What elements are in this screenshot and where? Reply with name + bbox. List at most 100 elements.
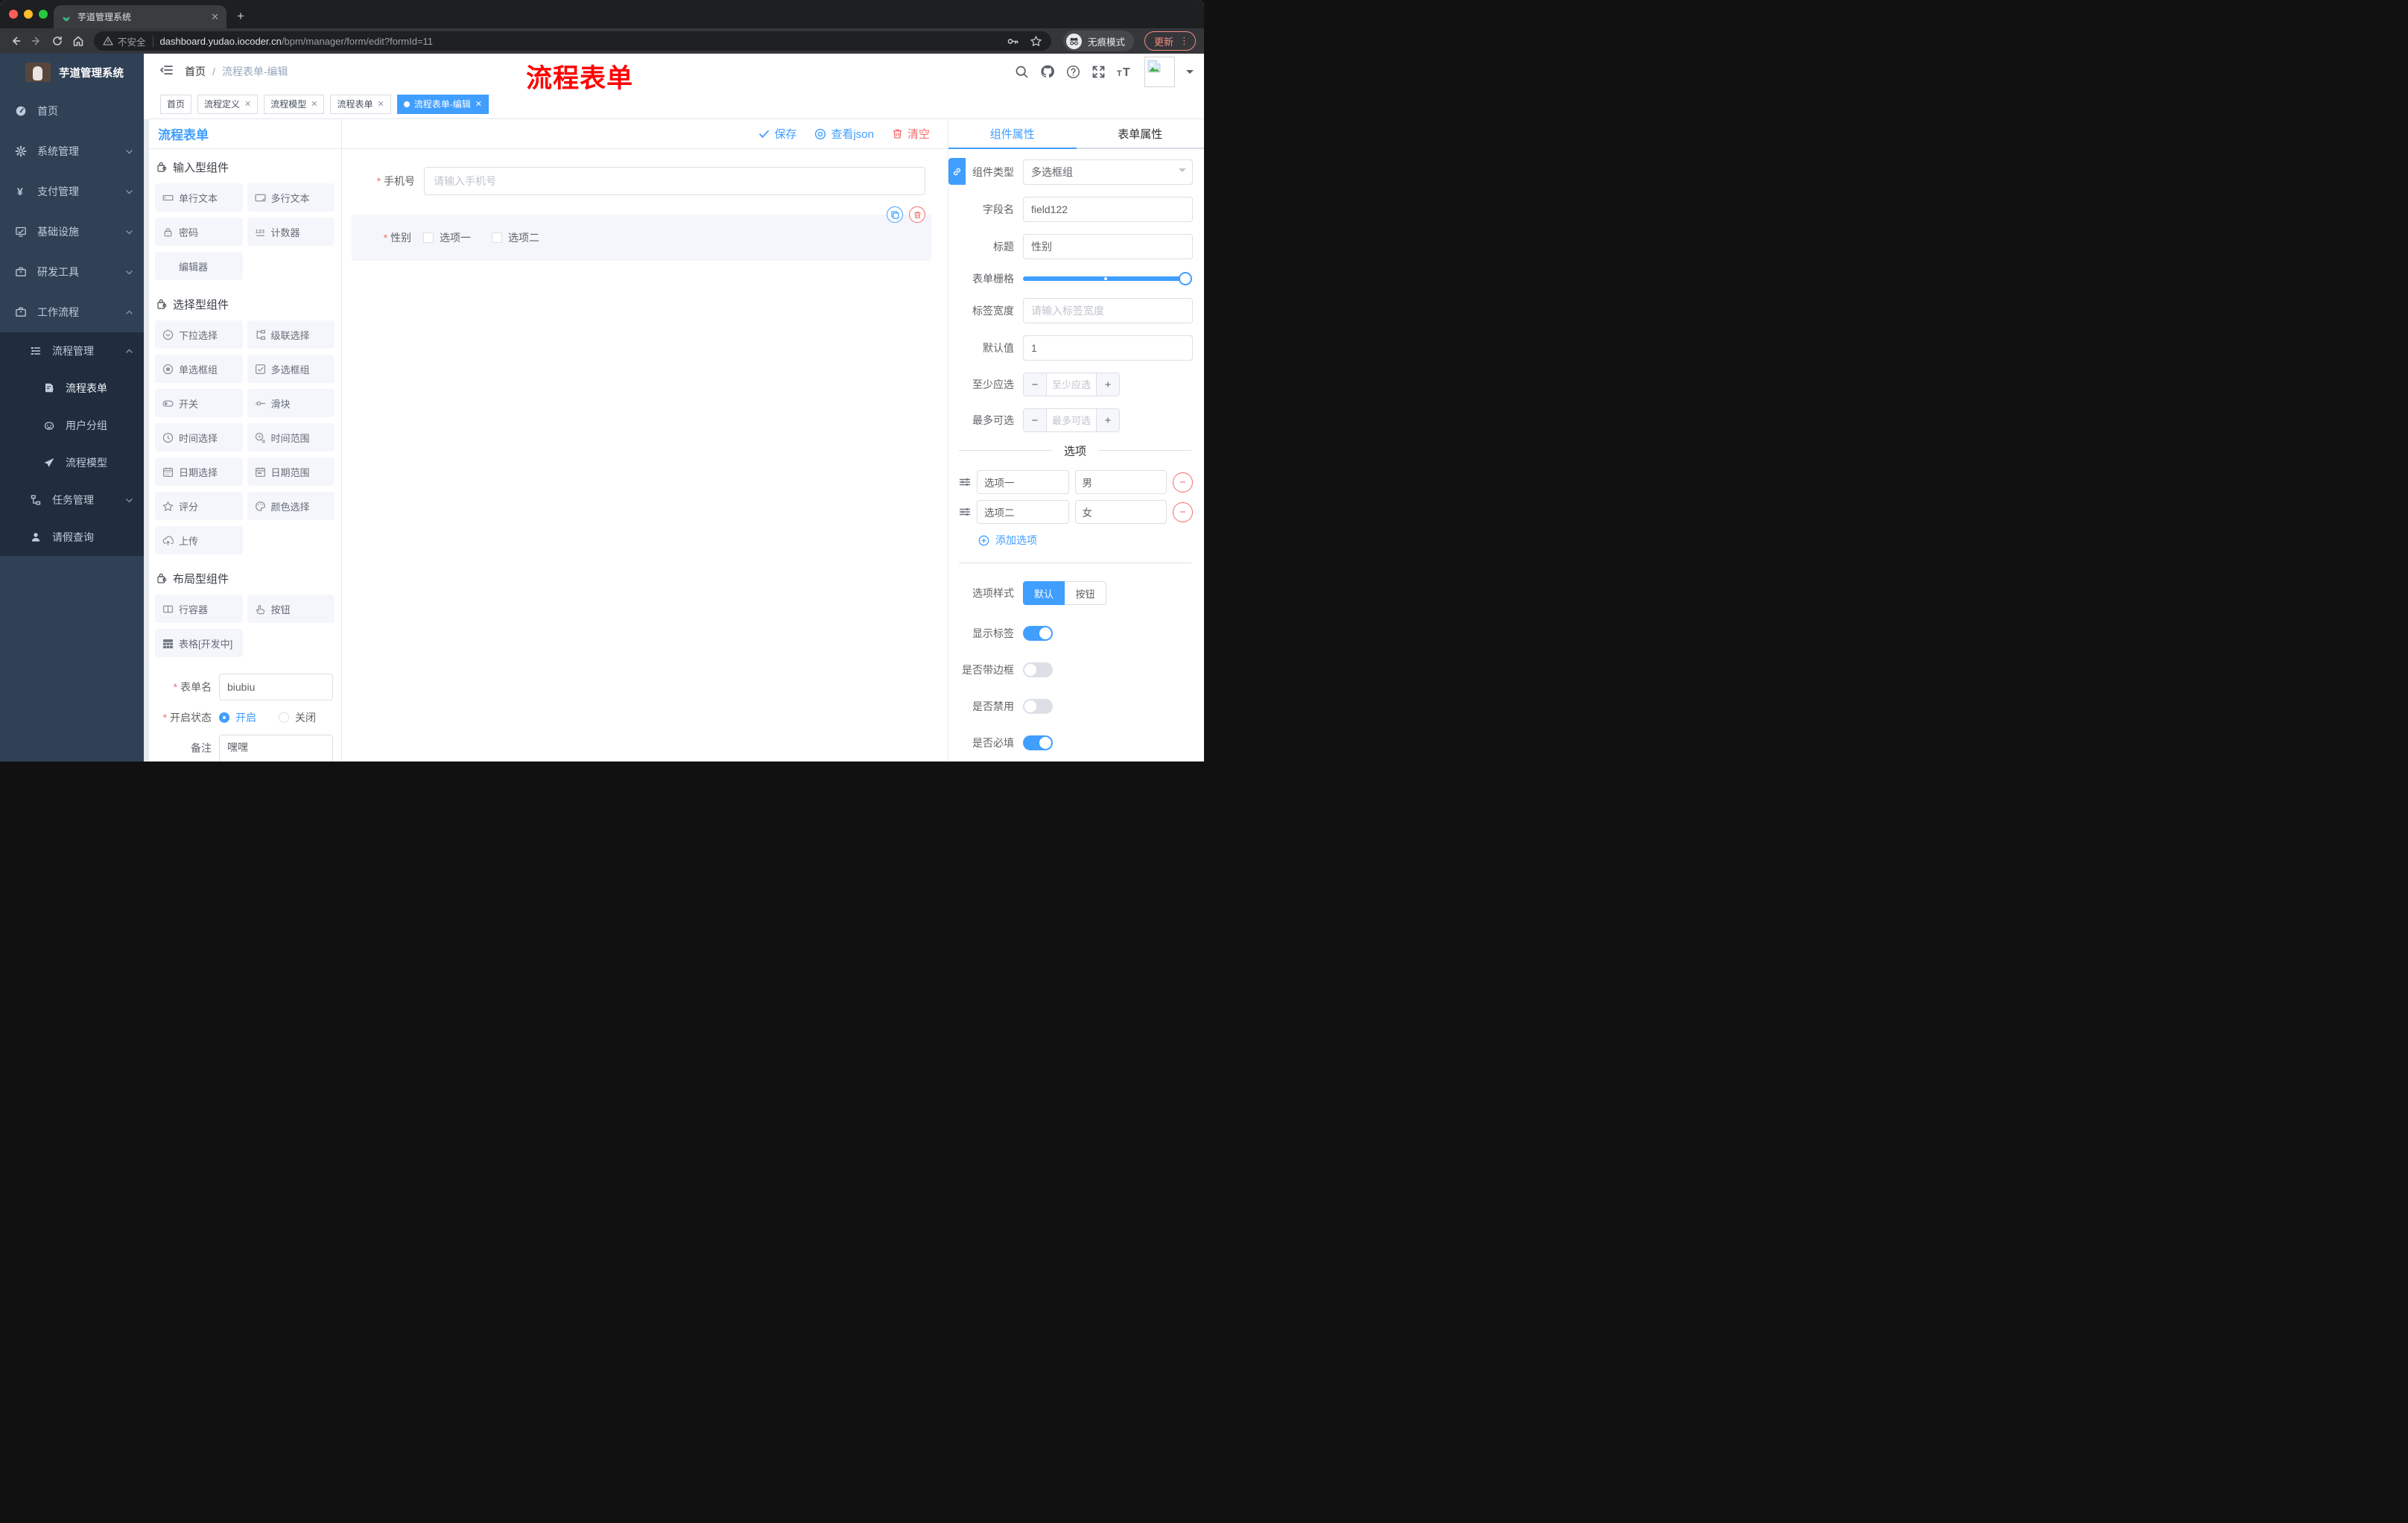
home-icon[interactable] — [70, 33, 86, 49]
palette-item-switch[interactable]: 开关 — [155, 389, 243, 417]
palette-item-cascader[interactable]: 级联选择 — [247, 320, 335, 349]
slider-handle[interactable] — [1179, 272, 1192, 285]
option-value-input[interactable] — [1074, 470, 1167, 494]
collapse-sidebar-icon[interactable] — [159, 64, 173, 80]
sidebar-item-process-model[interactable]: 流程模型 — [0, 444, 144, 481]
palette-item-rate[interactable]: 评分 — [155, 492, 243, 520]
close-tag-icon[interactable]: ✕ — [244, 99, 251, 109]
palette-item-radio-group[interactable]: 单选框组 — [155, 355, 243, 383]
palette-item-counter[interactable]: 123 计数器 — [247, 218, 335, 246]
palette-item-table[interactable]: 表格[开发中] — [155, 629, 243, 657]
phone-field-row[interactable]: 手机号 — [342, 167, 948, 195]
status-on-radio[interactable] — [219, 712, 229, 723]
sidebar-item-user-group[interactable]: 用户分组 — [0, 407, 144, 444]
sidebar-item-dev-tools[interactable]: 研发工具 — [0, 252, 144, 292]
update-browser-button[interactable]: 更新 ⋮ — [1144, 31, 1197, 51]
palette-item-textarea[interactable]: 多行文本 — [247, 183, 335, 212]
github-icon[interactable] — [1040, 64, 1055, 79]
style-button-button[interactable]: 按钮 — [1065, 581, 1107, 605]
close-tag-icon[interactable]: ✕ — [378, 99, 384, 109]
form-name-input[interactable] — [219, 674, 333, 700]
form-canvas[interactable]: 手机号 性别 — [342, 149, 948, 762]
tag-process-model[interactable]: 流程模型 ✕ — [264, 94, 325, 114]
grid-slider[interactable] — [1023, 272, 1192, 285]
palette-item-password[interactable]: 密码 — [155, 218, 243, 246]
sidebar-scrollbar[interactable] — [144, 54, 149, 762]
chevron-down-icon[interactable] — [1186, 69, 1194, 77]
font-size-icon[interactable]: TT — [1117, 65, 1133, 78]
border-toggle[interactable] — [1023, 662, 1053, 677]
search-icon[interactable] — [1015, 65, 1029, 79]
palette-item-row-container[interactable]: 行容器 — [155, 595, 243, 623]
drag-handle-icon[interactable] — [959, 476, 971, 488]
maximize-window-button[interactable] — [39, 10, 48, 19]
help-icon[interactable] — [1066, 65, 1080, 79]
tag-process-form-edit[interactable]: 流程表单-编辑 ✕ — [396, 94, 489, 114]
close-tag-icon[interactable]: ✕ — [311, 99, 317, 109]
disabled-toggle[interactable] — [1023, 699, 1053, 714]
tag-home[interactable]: 首页 — [160, 94, 192, 114]
status-on-label[interactable]: 开启 — [235, 710, 256, 725]
forward-icon[interactable] — [28, 33, 45, 49]
link-handle-tab[interactable] — [948, 158, 966, 185]
status-off-label[interactable]: 关闭 — [295, 710, 316, 725]
browser-menu-icon[interactable]: ⋮ — [1179, 35, 1189, 47]
sidebar-item-process-form[interactable]: 流程表单 — [0, 370, 144, 407]
decrease-button[interactable]: − — [1024, 373, 1047, 396]
status-off-radio[interactable] — [279, 712, 289, 723]
palette-item-time-range[interactable]: 时间范围 — [247, 423, 335, 452]
avatar[interactable] — [1144, 56, 1175, 87]
browser-tab[interactable]: 芋道管理系统 ✕ — [54, 5, 226, 28]
fullscreen-icon[interactable] — [1091, 65, 1106, 79]
palette-item-editor[interactable]: 编辑器 — [155, 252, 243, 280]
style-default-button[interactable]: 默认 — [1023, 581, 1065, 605]
delete-component-button[interactable] — [909, 206, 925, 223]
palette-item-upload[interactable]: 上传 — [155, 526, 243, 554]
tab-form-props[interactable]: 表单属性 — [1077, 119, 1205, 148]
field-name-input[interactable] — [1023, 197, 1193, 222]
option-value-input[interactable] — [1074, 500, 1167, 524]
minimize-window-button[interactable] — [24, 10, 33, 19]
gender-option-1[interactable]: 选项一 — [423, 230, 471, 245]
palette-item-button[interactable]: 按钮 — [247, 595, 335, 623]
required-toggle[interactable] — [1023, 735, 1053, 750]
drag-handle-icon[interactable] — [959, 506, 971, 518]
palette-item-checkbox-group[interactable]: 多选框组 — [247, 355, 335, 383]
max-checked-input[interactable] — [1047, 409, 1096, 431]
form-remark-textarea[interactable]: 嘿嘿 — [219, 735, 333, 762]
tab-component-props[interactable]: 组件属性 — [948, 119, 1077, 149]
default-value-input[interactable] — [1023, 335, 1193, 361]
close-tab-icon[interactable]: ✕ — [211, 11, 219, 23]
close-window-button[interactable] — [9, 10, 18, 19]
decrease-button[interactable]: − — [1024, 409, 1047, 431]
show-label-toggle[interactable] — [1023, 626, 1053, 641]
min-checked-input[interactable] — [1047, 373, 1096, 396]
url-input[interactable]: 不安全 dashboard.yudao.iocoder.cn/bpm/manag… — [94, 31, 1051, 51]
increase-button[interactable]: + — [1096, 409, 1119, 431]
checkbox[interactable] — [423, 232, 434, 243]
phone-input[interactable] — [424, 167, 925, 195]
sidebar-item-leave-query[interactable]: 请假查询 — [0, 519, 144, 556]
selected-gender-component[interactable]: 性别 选项一 选项二 — [352, 206, 931, 261]
palette-item-date-picker[interactable]: 日期选择 — [155, 457, 243, 486]
sidebar-item-home[interactable]: 首页 — [0, 91, 144, 131]
label-width-input[interactable] — [1023, 298, 1193, 323]
new-tab-button[interactable]: + — [237, 9, 244, 24]
checkbox[interactable] — [492, 232, 502, 243]
copy-component-button[interactable] — [887, 206, 903, 223]
sidebar-item-task-mgmt[interactable]: 任务管理 — [0, 481, 144, 519]
close-tag-icon[interactable]: ✕ — [475, 99, 482, 109]
option-name-input[interactable] — [977, 470, 1069, 494]
palette-item-text-input[interactable]: 单行文本 — [155, 183, 243, 212]
palette-item-date-range[interactable]: 日期范围 — [247, 457, 335, 486]
breadcrumb-home[interactable]: 首页 — [185, 64, 206, 79]
remove-option-button[interactable]: − — [1173, 501, 1193, 522]
sidebar-item-workflow[interactable]: 工作流程 — [0, 292, 144, 332]
save-button[interactable]: 保存 — [758, 126, 796, 142]
increase-button[interactable]: + — [1096, 373, 1119, 396]
remove-option-button[interactable]: − — [1173, 472, 1193, 493]
gender-option-2[interactable]: 选项二 — [492, 230, 539, 245]
palette-item-color-picker[interactable]: 颜色选择 — [247, 492, 335, 520]
option-name-input[interactable] — [977, 500, 1069, 524]
sidebar-brand[interactable]: 芋道管理系统 — [0, 54, 144, 91]
